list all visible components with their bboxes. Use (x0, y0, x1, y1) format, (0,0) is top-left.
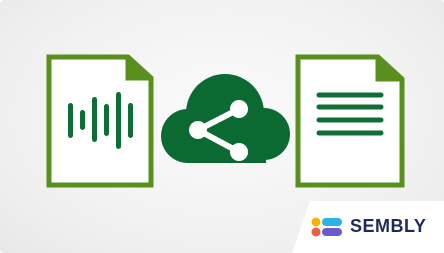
audio-file-icon (46, 54, 154, 188)
waveform-bar (116, 92, 121, 149)
banner: SEMBLY (0, 0, 444, 253)
text-document-icon (295, 54, 405, 188)
waveform-bar (128, 103, 133, 138)
brand-name: SEMBLY (350, 216, 427, 236)
waveform-bar (92, 97, 97, 142)
waveform-bar (104, 104, 109, 136)
waveform-bar (68, 103, 73, 138)
waveform-bar (80, 110, 85, 130)
brand-badge: SEMBLY (292, 201, 444, 253)
cloud-share-icon (161, 74, 290, 163)
sembly-logo-icon (311, 217, 342, 237)
